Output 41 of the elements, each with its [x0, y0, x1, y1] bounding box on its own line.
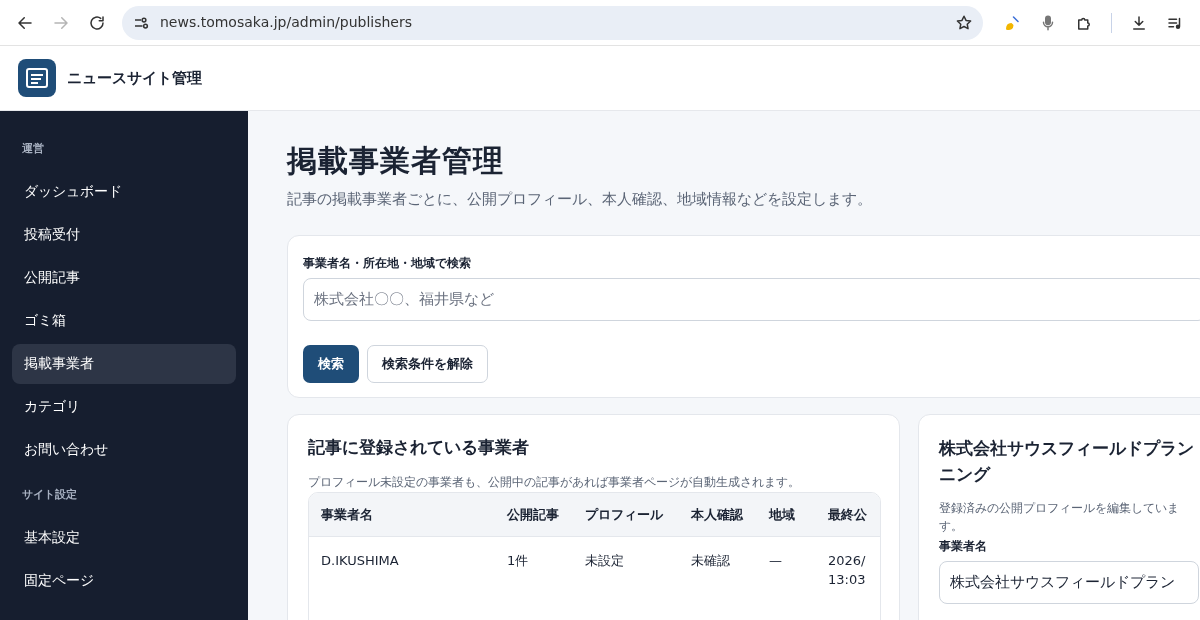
logo-icon — [18, 59, 56, 97]
page-subtitle: 記事の掲載事業者ごとに、公開プロフィール、本人確認、地域情報などを設定します。 — [287, 190, 873, 209]
sidebar-item[interactable]: ゴミ箱 — [12, 300, 236, 341]
column-header: 本人確認 — [679, 493, 757, 537]
column-header: 地域 — [757, 493, 816, 537]
card-title: 記事に登録されている事業者 — [308, 436, 530, 458]
column-header: プロフィール — [573, 493, 679, 537]
column-header: 最終公 — [816, 493, 880, 537]
clear-button[interactable]: 検索条件を解除 — [367, 344, 488, 383]
sidebar-item[interactable]: カテゴリ — [12, 386, 236, 427]
field-label: 事業者名 — [939, 538, 988, 556]
sidebar-item[interactable]: 基本設定 — [12, 517, 236, 557]
table-cell: 1件 — [495, 536, 573, 590]
field-label: 事業者名・所在地・地域で検索 — [303, 254, 472, 272]
bookmark-star-icon[interactable] — [955, 13, 973, 32]
reload-icon[interactable] — [88, 13, 106, 32]
sidebar-heading: 運営 — [21, 141, 45, 157]
table-cell: D.IKUSHIMA — [309, 536, 495, 590]
table-cell: — — [757, 536, 816, 590]
column-header: 公開記事 — [495, 493, 573, 537]
table-cell: 2026/ 13:03 — [816, 536, 880, 590]
sidebar-heading: サイト設定 — [21, 486, 78, 503]
sidebar-item[interactable]: 固定ページ — [12, 560, 236, 600]
sidebar-item[interactable]: 投稿受付 — [12, 214, 236, 255]
table-cell: 未確認 — [679, 536, 757, 590]
sidebar-item[interactable]: 掲載事業者 — [12, 343, 236, 384]
page-title: 掲載事業者管理 — [287, 143, 505, 179]
card-note: プロフィール未設定の事業者も、公開中の記事があれば事業者ページが自動生成されます。 — [308, 474, 801, 492]
card-note: 登録済みの公開プロフィールを編集しています。 — [939, 500, 1180, 536]
app-title: ニュースサイト管理 — [67, 67, 202, 89]
sidebar-item[interactable]: ダッシュボード — [12, 171, 236, 212]
text-field[interactable]: 株式会社サウスフィールドプラン — [939, 561, 1199, 605]
search-field[interactable]: 株式会社〇〇、福井県など — [303, 277, 1200, 321]
column-header: 事業者名 — [309, 493, 495, 537]
search-button[interactable]: 検索 — [303, 344, 359, 383]
sidebar-item[interactable]: 公開記事 — [12, 257, 236, 298]
card-title: 株式会社サウスフィールドプランニング — [939, 436, 1195, 487]
table-cell: 未設定 — [573, 536, 679, 590]
address-bar[interactable]: news.tomosaka.jp/admin/publishers — [122, 5, 983, 40]
sidebar-item[interactable]: お問い合わせ — [12, 429, 236, 470]
url-text: news.tomosaka.jp/admin/publishers — [160, 13, 414, 32]
